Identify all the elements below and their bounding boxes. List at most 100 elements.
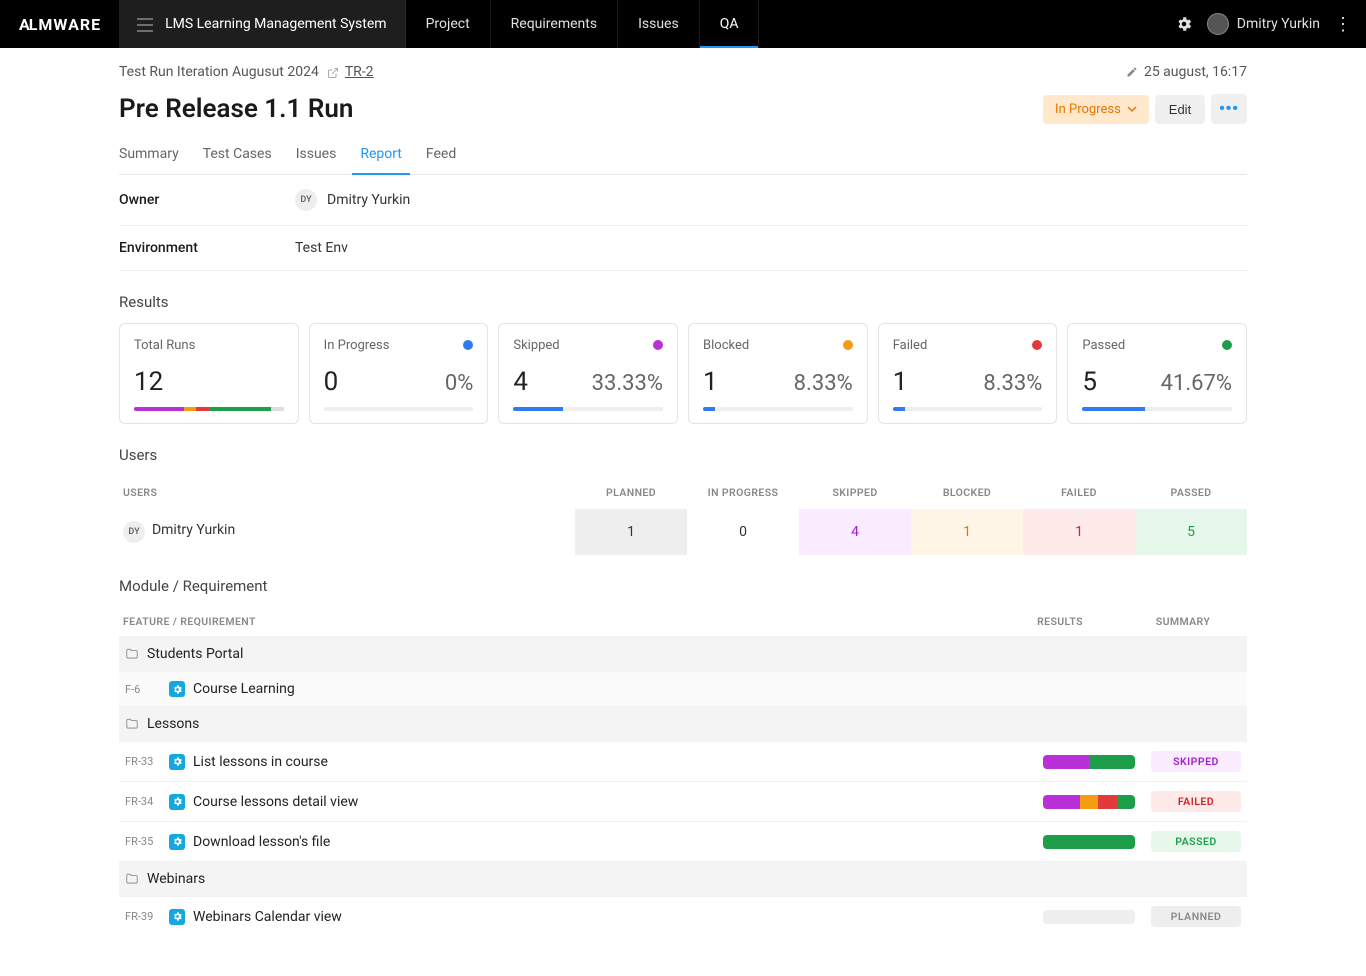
nav-item-qa[interactable]: QA — [700, 0, 760, 48]
requirement-id: FR-39 — [125, 910, 161, 923]
result-card-blocked: Blocked 1 8.33% — [688, 323, 868, 424]
results-bar — [1043, 835, 1135, 849]
avatar-icon — [1207, 13, 1229, 35]
results-section-title: Results — [119, 271, 1247, 323]
result-card-failed: Failed 1 8.33% — [878, 323, 1058, 424]
inprogress-cell: 0 — [687, 509, 799, 555]
nav-item-issues[interactable]: Issues — [618, 0, 700, 48]
module-requirement-row[interactable]: FR-35 Download lesson's file PASSED — [119, 821, 1247, 861]
folder-name: Lessons — [147, 716, 1241, 732]
environment-row: Environment Test Env — [119, 226, 1247, 271]
tab-summary[interactable]: Summary — [119, 136, 179, 174]
card-value: 0 — [324, 367, 339, 397]
blocked-cell: 1 — [911, 509, 1023, 555]
breadcrumb-text: Test Run Iteration Augusut 2024 — [119, 64, 319, 80]
page-title: Pre Release 1.1 Run — [119, 94, 1043, 124]
card-percent: 41.67% — [1161, 371, 1232, 396]
folder-icon — [125, 716, 139, 732]
result-card-passed: Passed 5 41.67% — [1067, 323, 1247, 424]
skipped-cell: 4 — [799, 509, 911, 555]
card-percent: 8.33% — [794, 371, 853, 396]
owner-label: Owner — [119, 192, 295, 208]
card-label: Failed — [893, 338, 1043, 353]
results-bar — [1043, 755, 1135, 769]
planned-cell: 1 — [575, 509, 687, 555]
card-progress-bar — [134, 407, 284, 411]
users-table: USERSPLANNEDIN PROGRESSSKIPPEDBLOCKEDFAI… — [119, 476, 1247, 555]
module-requirement-row[interactable]: FR-39 Webinars Calendar view PLANNED — [119, 896, 1247, 936]
module-section-title: Module / Requirement — [119, 555, 1247, 607]
failed-cell: 1 — [1023, 509, 1135, 555]
breadcrumb-id-link[interactable]: TR-2 — [345, 64, 374, 80]
last-modified: 25 august, 16:17 — [1126, 64, 1247, 80]
module-requirement-row[interactable]: FR-33 List lessons in course SKIPPED — [119, 741, 1247, 781]
card-progress-bar — [513, 407, 663, 411]
users-col-header: FAILED — [1023, 476, 1135, 509]
user-cell: DY Dmitry Yurkin — [119, 509, 575, 555]
summary-pill: PLANNED — [1151, 906, 1241, 927]
card-label: Blocked — [703, 338, 853, 353]
module-folder-row[interactable]: Lessons — [119, 706, 1247, 741]
result-card-skipped: Skipped 4 33.33% — [498, 323, 678, 424]
nav-item-project[interactable]: Project — [406, 0, 491, 48]
module-table-header: FEATURE / REQUIREMENT RESULTS SUMMARY — [119, 607, 1247, 636]
summary-pill: SKIPPED — [1151, 751, 1241, 772]
module-table-body: Students PortalF-6Course Learning Lessons… — [119, 636, 1247, 936]
module-folder-row[interactable]: Webinars — [119, 861, 1247, 896]
status-dot-icon — [653, 340, 663, 350]
card-label: Passed — [1082, 338, 1232, 353]
current-user-chip[interactable]: Dmitry Yurkin — [1207, 13, 1320, 35]
nav-item-requirements[interactable]: Requirements — [491, 0, 618, 48]
card-value: 5 — [1082, 367, 1097, 397]
users-table-row: DY Dmitry Yurkin 1 0 4 1 1 5 — [119, 509, 1247, 555]
users-col-header: USERS — [119, 476, 575, 509]
requirement-name: List lessons in course — [193, 754, 1043, 770]
card-value: 12 — [134, 367, 163, 397]
users-col-header: BLOCKED — [911, 476, 1023, 509]
tab-feed[interactable]: Feed — [426, 136, 456, 174]
requirement-id: FR-35 — [125, 835, 161, 848]
pencil-icon — [1126, 66, 1138, 78]
card-progress-bar — [703, 407, 853, 411]
top-nav: ALMWARE LMS Learning Management System P… — [0, 0, 1366, 48]
tab-issues[interactable]: Issues — [296, 136, 337, 174]
owner-row: Owner DY Dmitry Yurkin — [119, 175, 1247, 226]
users-col-header: PLANNED — [575, 476, 687, 509]
tab-report[interactable]: Report — [360, 136, 402, 174]
feature-icon — [169, 681, 185, 697]
module-requirement-row[interactable]: FR-34 Course lessons detail view FAILED — [119, 781, 1247, 821]
module-folder-row[interactable]: Students Portal — [119, 636, 1247, 671]
feature-name: Course Learning — [193, 681, 1241, 697]
logo: ALMWARE — [0, 0, 119, 48]
requirement-id: FR-34 — [125, 795, 161, 808]
breadcrumb: Test Run Iteration Augusut 2024 TR-2 25 … — [119, 48, 1247, 86]
users-col-header: SKIPPED — [799, 476, 911, 509]
card-progress-bar — [1082, 407, 1232, 411]
edit-button[interactable]: Edit — [1155, 95, 1205, 124]
card-percent: 0% — [445, 371, 473, 396]
summary-pill: FAILED — [1151, 791, 1241, 812]
status-badge[interactable]: In Progress — [1043, 95, 1149, 124]
passed-cell: 5 — [1135, 509, 1247, 555]
result-card-inprogress: In Progress 0 0% — [309, 323, 489, 424]
card-progress-bar — [324, 407, 474, 411]
avatar: DY — [123, 521, 145, 543]
users-col-header: IN PROGRESS — [687, 476, 799, 509]
project-selector[interactable]: LMS Learning Management System — [119, 0, 405, 48]
requirement-id: FR-33 — [125, 755, 161, 768]
tab-test-cases[interactable]: Test Cases — [203, 136, 272, 174]
project-selector-label: LMS Learning Management System — [165, 16, 386, 32]
results-bar — [1043, 795, 1135, 809]
settings-icon[interactable] — [1175, 15, 1193, 33]
module-feature-row[interactable]: F-6Course Learning — [119, 671, 1247, 706]
result-cards: Total Runs 12 In Progress 0 0% Skipped 4… — [119, 323, 1247, 424]
more-icon[interactable]: ⋮ — [1334, 14, 1352, 35]
requirement-icon — [169, 834, 185, 850]
owner-name: Dmitry Yurkin — [327, 192, 410, 208]
menu-icon — [137, 14, 153, 35]
card-value: 1 — [703, 367, 718, 397]
link-icon — [327, 65, 339, 79]
users-section-title: Users — [119, 424, 1247, 476]
card-label: Total Runs — [134, 338, 284, 353]
more-actions-button[interactable]: ••• — [1211, 94, 1247, 124]
